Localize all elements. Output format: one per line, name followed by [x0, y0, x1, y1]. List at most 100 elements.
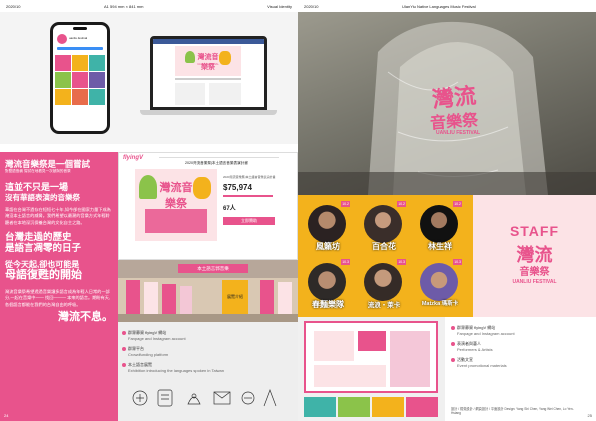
exhibition-photo: 本土語言郭音樂 展覽介紹 — [118, 260, 298, 322]
grid-post[interactable] — [55, 55, 71, 71]
caption-en: Fanpage and Instagram account — [128, 335, 186, 341]
caption-en: Crowdfunding platform — [128, 351, 169, 357]
grid-post[interactable] — [89, 89, 105, 105]
grid-post[interactable] — [72, 72, 88, 88]
artist-card: 10.3 流浪・萊卡 — [360, 259, 408, 313]
caption-block: 群眾募資 flyingV 網站 Fanpage and Instagram ac… — [122, 330, 224, 374]
map-zone — [390, 331, 430, 387]
folio-right: 25 — [587, 413, 592, 418]
panel — [278, 282, 292, 314]
artist-card: 10.2 百合花 — [360, 201, 408, 255]
heading2a: 台灣走過的歷史 — [5, 232, 72, 244]
crowdfund-headline: 2020灣流音樂祭|本土語言音樂表演計畫 — [185, 161, 248, 165]
artist-name: 流浪・萊卡 — [367, 302, 401, 309]
laptop-mockup: 灣流音樂祭 UANLIU FESTIVAL — [150, 36, 267, 110]
left-page: 2020/10 A1 594 mm × 841 mm Visual Identi… — [0, 0, 298, 421]
caption-block: 群眾募資 flyingV 網站 Fanpage and Instagram ac… — [451, 325, 515, 369]
header-title: UlanYiu Native Languages Music Festival — [402, 4, 476, 9]
brochure-card — [372, 397, 404, 417]
artist-name: 風籟坊 — [316, 242, 340, 251]
artist-date: 10.2 — [453, 201, 462, 207]
staff-badge-panel: STAFF 灣流 音樂祭 UANLIU FESTIVAL — [473, 195, 596, 317]
grid-post[interactable] — [55, 72, 71, 88]
campaign-image[interactable]: 灣流音樂祭 — [135, 169, 217, 241]
crowdfund-screenshot: flyingV 2020灣流音樂祭|本土語言音樂表演計畫 灣流音樂祭 2020灣… — [118, 152, 298, 260]
post-card[interactable] — [209, 83, 241, 105]
sponsor-button[interactable]: 立即贊助 — [223, 217, 275, 225]
artist-date: 10.3 — [453, 259, 462, 265]
stand: 展覽介紹 — [222, 280, 248, 318]
panel — [144, 282, 158, 314]
map-zone — [314, 365, 386, 387]
heading2b: 是語言凋零的日子 — [5, 243, 82, 255]
laptop-brand: 灣流音樂祭 — [197, 54, 219, 71]
heading1b: 沒有華語表演的音樂祭 — [5, 192, 80, 202]
header-section: Visual Identity — [267, 4, 292, 9]
staff-brand2: 音樂祭 — [519, 267, 550, 278]
panel — [180, 286, 192, 314]
artist-name: 林生祥 — [428, 242, 452, 251]
progress-track — [223, 195, 273, 197]
design-credits: 設計 / 視覺設計 / 網頁設計 / 平面設計 Design: Yang Shi… — [451, 407, 574, 415]
artist-photo — [308, 263, 346, 301]
artist-card: 10.2 林生祥 — [416, 201, 464, 255]
right-page: 2020/10 UlanYiu Native Languages Music F… — [298, 0, 596, 421]
artist-date: 10.2 — [341, 201, 350, 207]
bullet-icon — [451, 342, 455, 347]
statement-column: 灣流音樂祭是一個嘗試 對雙語島嶼 嘗試在地看見一次被與的音祭 這並不只是一場 沒… — [0, 152, 118, 421]
artist-card: 10.2 風籟坊 — [304, 201, 352, 255]
map-zone — [314, 331, 354, 361]
sketch-illustrations-icon — [132, 389, 277, 407]
caption-zh: 群眾募資 flyingV 網站 — [457, 325, 496, 330]
bullet-icon — [122, 363, 126, 368]
grid-post[interactable] — [89, 55, 105, 71]
follow-button[interactable] — [57, 47, 103, 50]
avatar — [57, 34, 67, 44]
panel — [126, 280, 140, 314]
flyingv-logo: flyingV — [123, 155, 144, 161]
artist-date: 10.3 — [341, 259, 350, 265]
nav-divider — [159, 157, 279, 158]
laptop-base — [140, 110, 277, 115]
artist-photo — [420, 263, 458, 301]
heading1a: 這並不只是一場 — [5, 181, 69, 192]
artist-date: 10.3 — [397, 259, 406, 265]
caption-zh: 活動文宣 — [457, 357, 473, 363]
brochure-card — [304, 397, 336, 417]
stand-label: 展覽介紹 — [227, 294, 243, 299]
brochure-strip — [304, 397, 438, 417]
instagram-handle: uanliu.festival — [69, 36, 88, 40]
grid-post[interactable] — [55, 89, 71, 105]
artist-card: 10.3 Matzka 瑪斯卡 — [416, 259, 464, 313]
campaign-brand: 灣流音樂祭 — [159, 182, 193, 210]
post-card[interactable] — [175, 83, 205, 105]
browser-bar — [153, 39, 264, 44]
plant-graphic — [139, 175, 157, 199]
artist-panel: 10.2 風籟坊 10.2 百合花 10.2 林生祥 10.3 春麵樂隊 10.… — [298, 195, 473, 317]
closing: 灣流不息。 — [58, 311, 113, 324]
grid-post[interactable] — [72, 55, 88, 71]
caption-zh: 群眾平台 — [128, 346, 144, 352]
artist-name: 百合花 — [372, 242, 396, 251]
raincoat-print-line3: UANLIU FESTIVAL — [435, 130, 481, 136]
cover-banner: 灣流音樂祭 UANLIU FESTIVAL — [175, 46, 241, 76]
paragraph2: 灣流音樂祭希望透過音樂讓多語言成為年輕人日常的一部分,一起在音樂中—— 找回——… — [5, 288, 111, 307]
caption-zh: 本土語言展覽 — [128, 362, 152, 368]
artist-photo — [364, 263, 402, 301]
crowdfund-title: 2020灣流音樂祭|本土語言音樂表演計畫 — [223, 175, 276, 179]
phone-mockup: uanliu.festival — [50, 22, 110, 134]
bullet-icon — [122, 330, 126, 335]
grid-post[interactable] — [89, 72, 105, 88]
brochure-area — [298, 317, 445, 421]
caption-zh: 表演者與藝人 — [457, 341, 481, 347]
heading3a: 從今天起,卻也可能是 — [5, 259, 80, 269]
caption-area: 群眾募資 flyingV 網站 Fanpage and Instagram ac… — [445, 317, 596, 421]
brochure-card — [406, 397, 438, 417]
statement-line1: 灣流音樂祭是一個嘗試 — [5, 159, 91, 169]
raincoat-photo: 灣流 音樂祭 UANLIU FESTIVAL — [298, 12, 596, 195]
staff-sub: UANLIU FESTIVAL — [512, 279, 557, 285]
header-dimension: A1 594 mm × 841 mm — [104, 4, 144, 9]
artist-photo — [420, 205, 458, 243]
artist-name: Matzka 瑪斯卡 — [421, 301, 459, 307]
grid-post[interactable] — [72, 89, 88, 105]
